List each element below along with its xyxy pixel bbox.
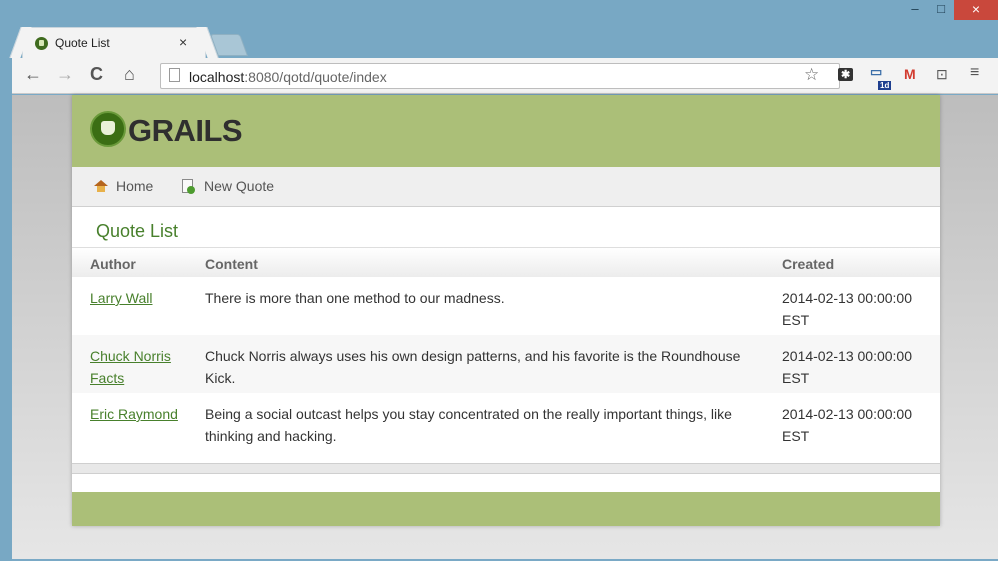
home-button-icon[interactable]: ⌂ — [124, 64, 135, 85]
app-footer — [72, 492, 940, 526]
table-row: Larry Wall There is more than one method… — [72, 277, 940, 335]
quote-content: Chuck Norris always uses his own design … — [205, 348, 741, 386]
table-row: Chuck Norris Facts Chuck Norris always u… — [72, 335, 940, 393]
quote-content: There is more than one method to our mad… — [205, 290, 505, 306]
close-window-button[interactable]: × — [954, 0, 998, 20]
window-border — [0, 58, 12, 561]
created-date: 2014-02-13 00:00:00 EST — [782, 348, 912, 386]
address-url: localhost:8080/qotd/quote/index — [189, 69, 387, 85]
app-header: GRAILS — [72, 95, 940, 167]
page-icon — [169, 68, 180, 82]
nav-home-link[interactable]: Home — [116, 178, 153, 194]
window-controls: – □ × — [902, 0, 998, 22]
menu-icon[interactable]: ≡ — [970, 64, 979, 82]
new-document-icon — [182, 179, 195, 194]
created-date: 2014-02-13 00:00:00 EST — [782, 290, 912, 328]
minimize-button[interactable]: – — [902, 0, 928, 20]
gmail-icon[interactable]: M — [904, 66, 916, 82]
grails-logo-icon — [90, 111, 126, 147]
author-link[interactable]: Eric Raymond — [90, 403, 186, 425]
url-path: :8080/qotd/quote/index — [244, 69, 387, 85]
bookmark-star-icon[interactable]: ☆ — [804, 65, 819, 85]
extension-calendar-icon[interactable]: ▭ — [870, 64, 882, 80]
nav-new-quote-link[interactable]: New Quote — [204, 178, 274, 194]
nav-bar: Home New Quote — [72, 167, 940, 207]
maximize-button[interactable]: □ — [928, 0, 954, 20]
logo-text: GRAILS — [128, 113, 243, 148]
grails-page: GRAILS Home New Quote Quote List Author … — [72, 95, 940, 526]
table-header: Author Content Created — [72, 247, 940, 277]
browser-tab[interactable]: Quote List × — [22, 27, 206, 58]
titlebar: Quote List × – □ × — [0, 0, 998, 58]
cast-icon[interactable]: ⊡ — [936, 66, 948, 83]
column-header-content[interactable]: Content — [205, 256, 258, 272]
browser-window: Quote List × – □ × ← → C ⌂ localhost:808… — [0, 0, 998, 561]
column-header-created[interactable]: Created — [782, 256, 834, 272]
table-row: Eric Raymond Being a social outcast help… — [72, 393, 940, 451]
author-link[interactable]: Chuck Norris Facts — [90, 345, 186, 389]
extension-asterisk-icon[interactable]: ✱ — [838, 68, 854, 81]
forward-arrow-icon[interactable]: → — [56, 64, 74, 85]
pagination-bar — [72, 463, 940, 474]
back-arrow-icon[interactable]: ← — [24, 64, 42, 85]
page-title: Quote List — [96, 221, 179, 241]
home-icon — [94, 180, 108, 192]
tab-close-icon[interactable]: × — [179, 34, 187, 50]
reload-icon[interactable]: C — [90, 64, 103, 85]
created-date: 2014-02-13 00:00:00 EST — [782, 406, 912, 444]
address-bar[interactable]: localhost:8080/qotd/quote/index — [160, 63, 840, 89]
extension-badge: 1d — [878, 81, 892, 90]
quote-content: Being a social outcast helps you stay co… — [205, 406, 732, 444]
browser-toolbar: ← → C ⌂ localhost:8080/qotd/quote/index … — [12, 58, 998, 94]
column-header-author[interactable]: Author — [90, 256, 136, 272]
url-host: localhost — [189, 69, 245, 85]
author-link[interactable]: Larry Wall — [90, 287, 186, 309]
page-viewport: GRAILS Home New Quote Quote List Author … — [12, 95, 998, 559]
grails-favicon-icon — [35, 37, 48, 50]
tab-title: Quote List — [55, 36, 110, 50]
